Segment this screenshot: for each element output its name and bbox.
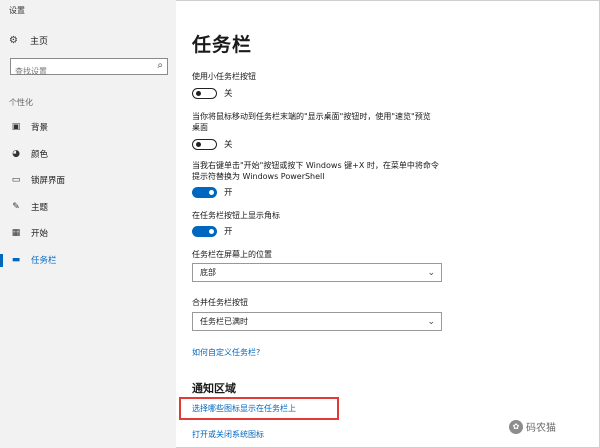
badges-label: 在任务栏按钮上显示角标: [192, 211, 280, 220]
nav-home-label: 主页: [30, 37, 49, 47]
image-icon: ▣: [11, 122, 21, 133]
peek-toggle-row: 关: [192, 138, 233, 150]
chevron-down-icon: ⌄: [427, 316, 435, 327]
home-gear-icon: ⚙: [9, 35, 18, 46]
small-buttons-toggle-row: 关: [192, 87, 233, 99]
highlight-box: [179, 397, 339, 420]
location-dropdown[interactable]: 底部 ⌄: [192, 263, 442, 282]
sidebar-item-label: 背景: [31, 123, 49, 134]
sidebar-item-label: 颜色: [31, 149, 49, 160]
sidebar-section-label: 个性化: [9, 98, 33, 107]
sidebar: 设置 ⚙ 主页 ⌕ 个性化 ▣ 背景 ◕ 颜色 ▭ 锁屏界面 ✎ 主题 ▦ 开始: [0, 0, 176, 448]
powershell-state: 开: [224, 188, 233, 198]
combine-value: 任务栏已满时: [200, 317, 248, 326]
start-icon: ▦: [11, 228, 21, 239]
powershell-toggle[interactable]: [192, 186, 217, 198]
chevron-down-icon: ⌄: [427, 267, 435, 278]
badges-toggle[interactable]: [192, 225, 217, 237]
cat-logo-icon: ✿: [509, 419, 523, 434]
sidebar-item-label: 开始: [31, 229, 49, 240]
palette-icon: ◕: [12, 148, 20, 159]
peek-state: 关: [224, 140, 233, 150]
location-label: 任务栏在屏幕上的位置: [192, 250, 272, 259]
sidebar-item-colors[interactable]: ◕ 颜色: [0, 141, 176, 168]
sidebar-item-themes[interactable]: ✎ 主题: [0, 194, 176, 221]
search-box[interactable]: ⌕: [10, 58, 168, 79]
search-input[interactable]: [11, 64, 151, 79]
watermark-text: 码农猫: [526, 423, 556, 434]
search-icon[interactable]: ⌕: [157, 60, 163, 71]
small-buttons-toggle[interactable]: [192, 87, 217, 99]
combine-label: 合并任务栏按钮: [192, 298, 248, 307]
badges-state: 开: [224, 227, 233, 237]
powershell-toggle-row: 开: [192, 186, 233, 198]
toggle-knob: [209, 189, 214, 195]
notification-area-title: 通知区域: [192, 382, 236, 395]
peek-toggle[interactable]: [192, 138, 217, 150]
sidebar-item-start[interactable]: ▦ 开始: [0, 220, 176, 247]
window-title: 设置: [9, 6, 25, 15]
toggle-knob: [209, 228, 214, 234]
lock-screen-icon: ▭: [11, 175, 21, 186]
system-icons-link[interactable]: 打开或关闭系统图标: [192, 429, 264, 440]
page-title: 任务栏: [192, 34, 253, 56]
location-value: 底部: [200, 268, 216, 277]
small-buttons-state: 关: [224, 89, 233, 99]
sidebar-item-background[interactable]: ▣ 背景: [0, 114, 176, 141]
powershell-label: 当我右键单击"开始"按钮或按下 Windows 键+X 时，在菜单中将命令提示符…: [192, 161, 439, 181]
sidebar-nav: ▣ 背景 ◕ 颜色 ▭ 锁屏界面 ✎ 主题 ▦ 开始 ▬ 任务栏: [0, 114, 176, 273]
small-buttons-label: 使用小任务栏按钮: [192, 72, 256, 81]
toggle-knob: [196, 90, 201, 96]
sidebar-item-label: 主题: [31, 202, 49, 213]
toggle-knob: [196, 141, 201, 147]
nav-home[interactable]: ⚙ 主页: [9, 34, 48, 47]
customize-taskbar-link[interactable]: 如何自定义任务栏?: [192, 347, 260, 358]
watermark: ✿ 码农猫: [509, 419, 556, 434]
peek-label: 当你将鼠标移动到任务栏末端的"显示桌面"按钮时，使用"速览"预览桌面: [192, 112, 431, 132]
sidebar-item-label: 任务栏: [31, 255, 57, 266]
sidebar-item-label: 锁屏界面: [31, 176, 66, 187]
theme-icon: ✎: [12, 201, 20, 212]
sidebar-item-taskbar[interactable]: ▬ 任务栏: [0, 247, 176, 274]
sidebar-item-lock-screen[interactable]: ▭ 锁屏界面: [0, 167, 176, 194]
badges-toggle-row: 开: [192, 225, 233, 237]
taskbar-icon: ▬: [11, 254, 21, 265]
combine-dropdown[interactable]: 任务栏已满时 ⌄: [192, 312, 442, 331]
